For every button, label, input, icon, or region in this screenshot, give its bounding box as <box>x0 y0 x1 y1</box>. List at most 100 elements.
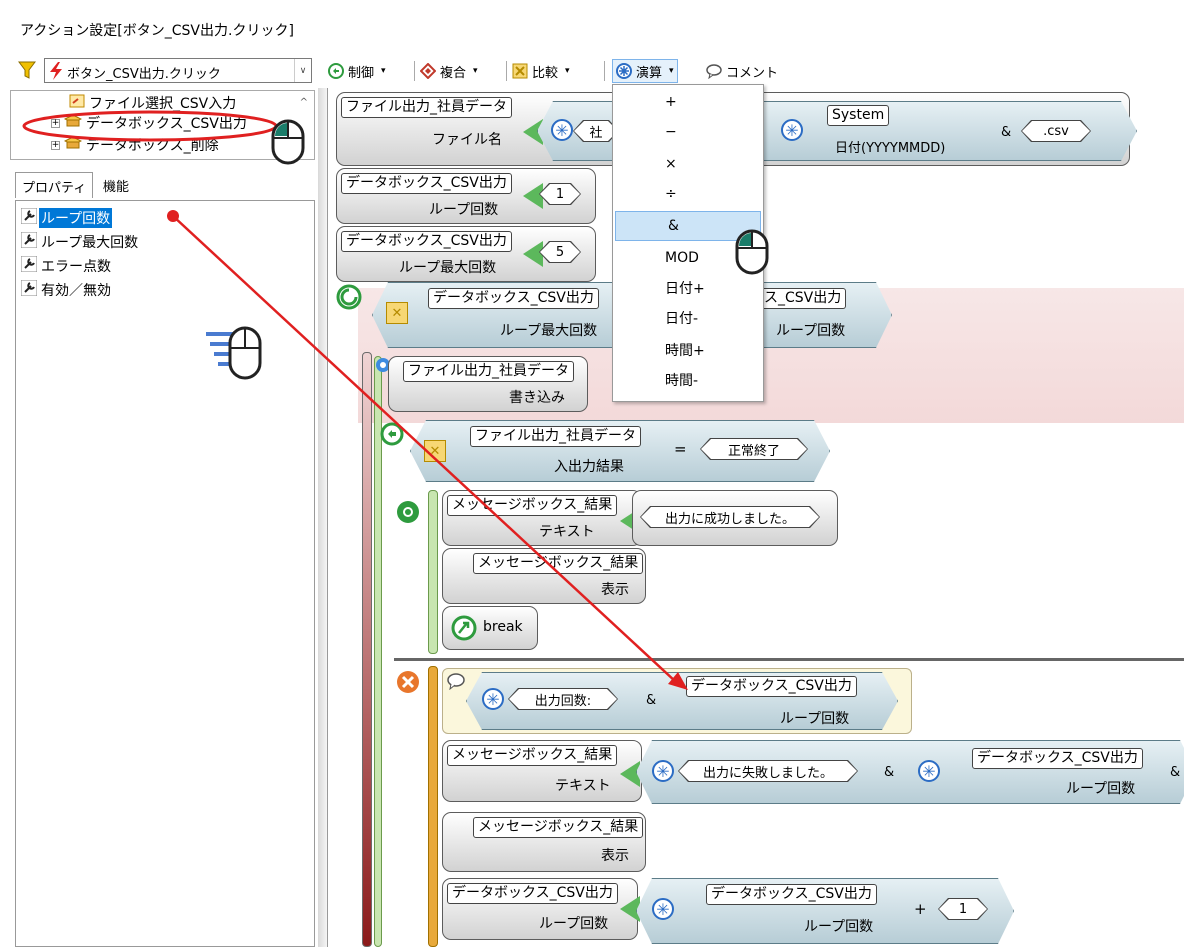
operation-icon: ✳ <box>652 898 674 920</box>
scroll-up-icon[interactable]: ^ <box>300 97 308 108</box>
menu-item-minus[interactable]: − <box>613 117 763 147</box>
drag-mouse-icon <box>206 326 276 388</box>
property-label: エラー点数 <box>41 259 111 275</box>
success-value-chip[interactable]: 出力に成功しました。 <box>640 506 820 528</box>
target-label: データボックス_CSV出力 <box>341 173 512 194</box>
target-prop: ファイル名 <box>432 132 502 148</box>
failure-show-block[interactable]: メッセージボックス_結果 表示 <box>442 812 646 872</box>
target-prop: テキスト <box>539 524 595 540</box>
target-prop: ループ回数 <box>429 202 499 218</box>
compare-icon: ✕ <box>386 302 408 324</box>
menu-item-multiply[interactable]: × <box>613 149 763 179</box>
menu-item-plus[interactable]: + <box>613 87 763 117</box>
wrench-icon <box>20 279 38 300</box>
file-write-block[interactable]: ファイル出力_社員データ 書き込み <box>388 356 588 412</box>
success-message-block[interactable]: メッセージボックス_結果 テキスト <box>442 490 642 546</box>
control-button[interactable]: 制御 ▾ <box>328 60 386 82</box>
failure-rail <box>428 666 438 947</box>
comment-button[interactable]: コメント <box>706 60 778 82</box>
window-title: アクション設定[ボタン_CSV出力.クリック] <box>20 23 294 39</box>
increment-value-chip[interactable]: 1 <box>938 898 988 920</box>
property-item-error-points[interactable]: エラー点数 <box>20 255 113 277</box>
failure-icon <box>396 670 420 698</box>
assign-loop-count-block[interactable]: データボックス_CSV出力 ループ回数 1 <box>336 168 596 224</box>
success-rail <box>428 490 438 654</box>
operation-icon: ✳ <box>482 688 504 710</box>
if-prop: 入出力結果 <box>554 459 624 475</box>
property-item-enabled[interactable]: 有効／無効 <box>20 279 113 301</box>
action-label: 書き込み <box>509 390 565 406</box>
loop-icon[interactable] <box>336 284 362 314</box>
increment-block[interactable]: データボックス_CSV出力 ループ回数 <box>442 878 638 940</box>
assign-max-loop-block[interactable]: データボックス_CSV出力 ループ最大回数 5 <box>336 226 596 282</box>
tab-functions[interactable]: 機能 <box>97 172 135 198</box>
tab-properties[interactable]: プロパティ <box>15 172 94 198</box>
mouse-icon <box>734 228 770 280</box>
menu-item-divide[interactable]: ÷ <box>613 179 763 209</box>
title-bar: アクション設定[ボタン_CSV出力.クリック] <box>0 0 1184 57</box>
composite-label: 複合 <box>440 65 467 81</box>
highlight-ellipse <box>22 110 278 142</box>
property-list: ループ回数 ループ最大回数 エラー点数 有効／無効 <box>15 200 315 947</box>
property-item-max-loop[interactable]: ループ最大回数 <box>20 231 140 253</box>
loop-left-target: データボックス_CSV出力 <box>428 288 599 309</box>
operation-button[interactable]: 演算 ▾ <box>612 59 678 83</box>
target-prop: テキスト <box>555 778 611 794</box>
target-label: メッセージボックス_結果 <box>473 553 644 574</box>
target-label: メッセージボックス_結果 <box>473 817 644 838</box>
comment-text-chip[interactable]: 出力回数: <box>508 688 618 710</box>
concat-op: & <box>646 693 657 708</box>
compare-button[interactable]: 比較 ▾ <box>512 60 570 82</box>
operation-icon: ✳ <box>551 119 573 141</box>
concat-op: & <box>884 765 895 780</box>
assign-arrow <box>523 183 543 209</box>
equals-op: = <box>674 440 687 458</box>
system-prop: 日付(YYYYMMDD) <box>835 141 946 156</box>
target-label: ファイル出力_社員データ <box>341 97 512 118</box>
property-label: 有効／無効 <box>41 283 111 299</box>
target-label: メッセージボックス_結果 <box>447 745 618 766</box>
break-block[interactable]: break <box>442 606 538 650</box>
mouse-icon <box>270 118 306 170</box>
action-label: 表示 <box>601 582 629 598</box>
composite-icon <box>420 63 436 79</box>
target-label: データボックス_CSV出力 <box>447 883 618 904</box>
operation-icon: ✳ <box>918 760 940 782</box>
value-chip[interactable]: 1 <box>539 183 581 205</box>
comment-icon <box>446 672 466 694</box>
compare-label: 比較 <box>532 65 559 81</box>
property-item-loop-count[interactable]: ループ回数 <box>20 207 113 229</box>
target-prop: ループ最大回数 <box>399 260 497 276</box>
wrench-icon <box>20 207 38 228</box>
composite-button[interactable]: 複合 ▾ <box>420 60 478 82</box>
loop-right-prop: ループ回数 <box>776 323 846 339</box>
control-icon <box>328 63 344 79</box>
ext-chip[interactable]: .csv <box>1021 120 1091 142</box>
target-label: データボックス_CSV出力 <box>341 231 512 252</box>
comment-ref-target: データボックス_CSV出力 <box>686 676 857 697</box>
failure-message-block[interactable]: メッセージボックス_結果 テキスト <box>442 740 642 802</box>
if-value-chip[interactable]: 正常終了 <box>700 438 808 460</box>
assign-arrow <box>523 241 543 267</box>
comment-icon <box>706 63 722 79</box>
concat-op: & <box>1170 765 1181 780</box>
failure-ref-target: データボックス_CSV出力 <box>972 748 1143 769</box>
target-label: ファイル出力_社員データ <box>403 361 574 382</box>
compare-icon <box>512 63 528 79</box>
system-label: System <box>827 105 890 126</box>
menu-item-date-minus[interactable]: 日付- <box>613 303 763 333</box>
menu-item-time-plus[interactable]: 時間+ <box>613 335 763 365</box>
value-chip[interactable]: 5 <box>539 241 581 263</box>
control-label: 制御 <box>348 65 375 81</box>
comment-ref-prop: ループ回数 <box>780 711 850 727</box>
wrench-icon <box>20 255 38 276</box>
menu-item-time-minus[interactable]: 時間- <box>613 365 763 395</box>
concat-op: & <box>1001 125 1012 140</box>
comment-label: コメント <box>726 65 779 81</box>
toolbar: 制御 ▾ 複合 ▾ 比較 ▾ 演算 ▾ コメント <box>0 57 1184 87</box>
success-show-block[interactable]: メッセージボックス_結果 表示 <box>442 548 646 604</box>
failure-text-chip[interactable]: 出力に失敗しました。 <box>678 760 858 782</box>
action-settings-window: アクション設定[ボタン_CSV出力.クリック] ボタン_CSV出力.クリック ∨… <box>0 0 1184 947</box>
wrench-icon <box>20 231 38 252</box>
if-icon[interactable] <box>380 422 404 450</box>
